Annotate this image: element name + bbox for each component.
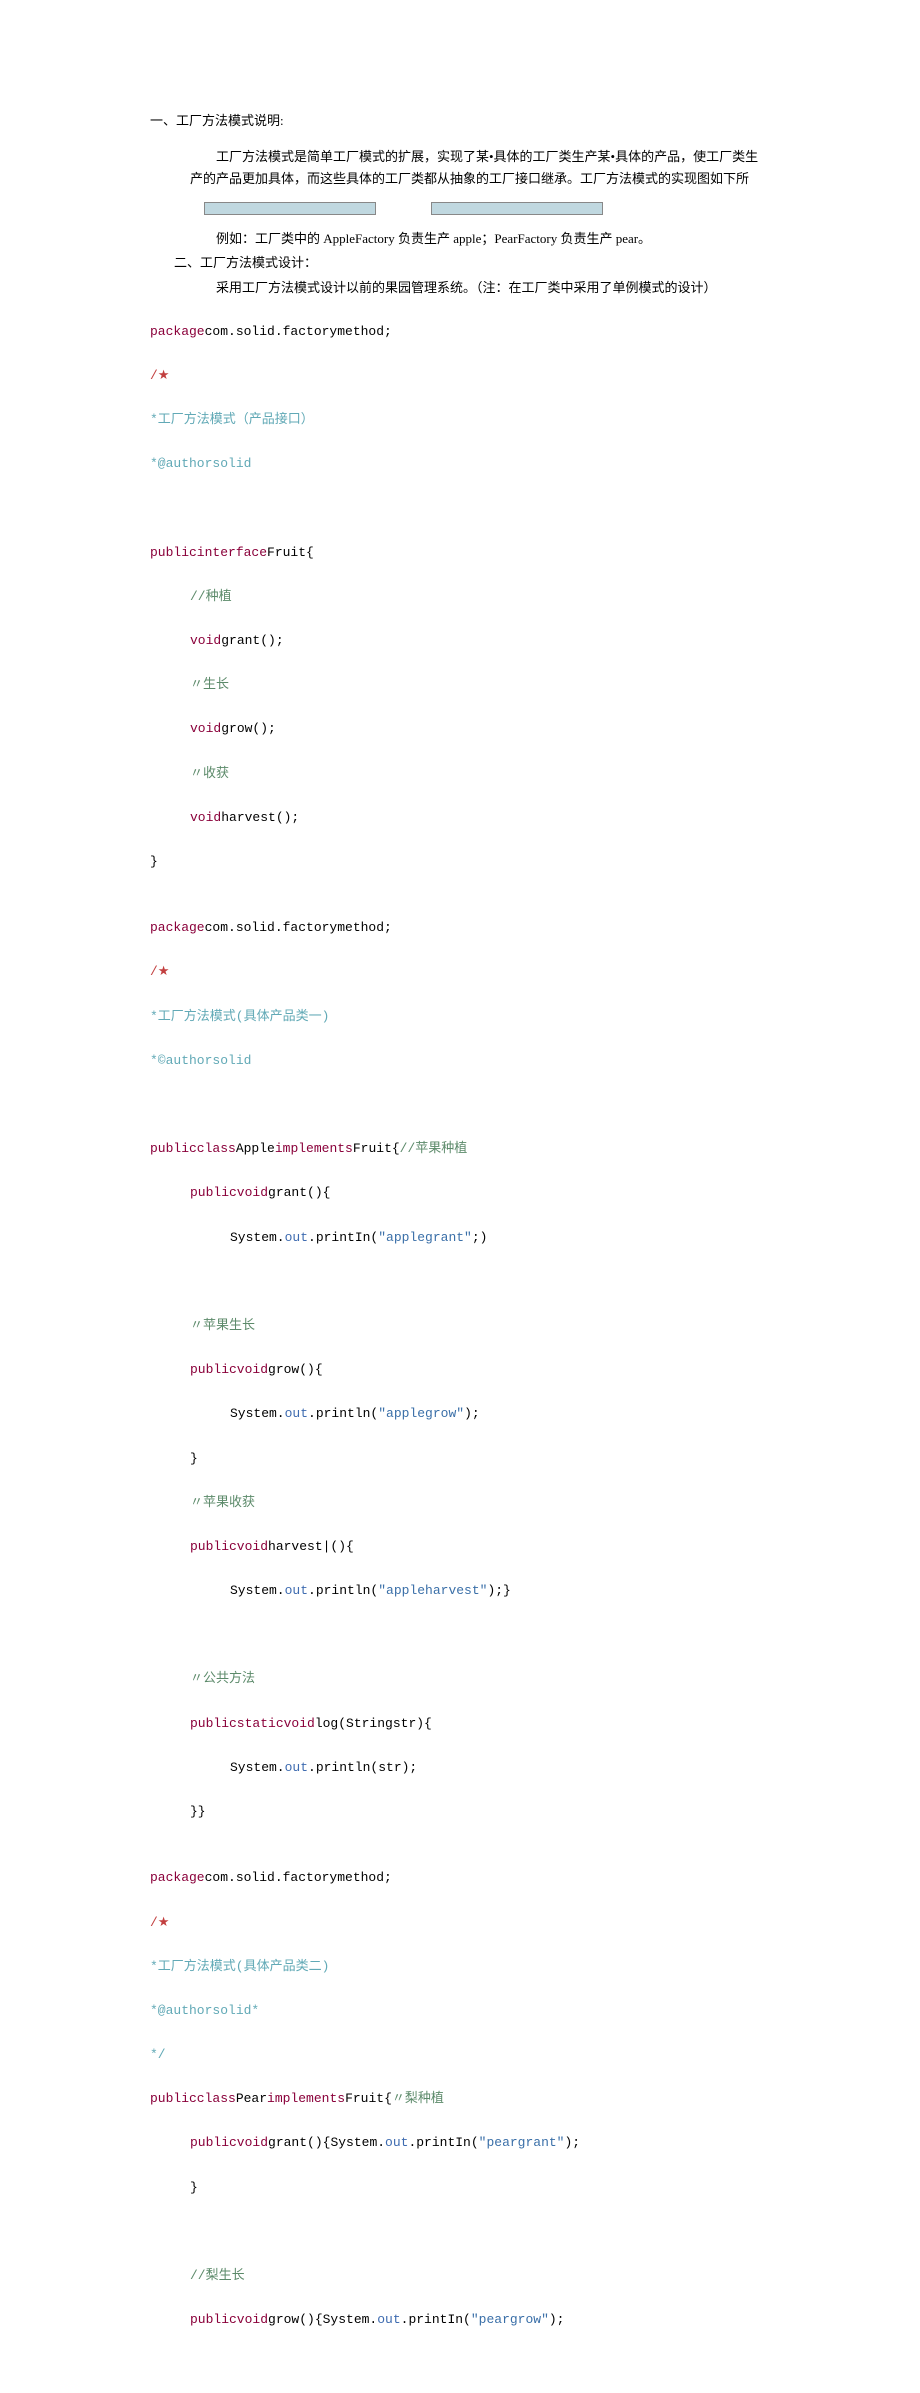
txt: grow(){ <box>268 1362 323 1377</box>
comment-open: /★ <box>150 368 169 383</box>
comment: *@authorsolid* <box>150 2003 259 2018</box>
comment: *工厂方法模式(具体产品类一) <box>150 1009 329 1024</box>
txt: Fruit{ <box>353 1141 400 1156</box>
comment: 〃苹果收获 <box>190 1495 255 1510</box>
kw: package <box>150 1870 205 1885</box>
kw: void <box>190 633 221 648</box>
str: "applegrow" <box>378 1406 464 1421</box>
txt: System. <box>230 1760 285 1775</box>
kw: publicvoid <box>190 2135 268 2150</box>
kw: publicclass <box>150 2091 236 2106</box>
comment-open: /★ <box>150 964 169 979</box>
txt: com.solid.factorymethod; <box>205 920 392 935</box>
out: out <box>285 1406 308 1421</box>
kw: publicvoid <box>190 2312 268 2327</box>
kw: publicvoid <box>190 1539 268 1554</box>
kw: void <box>190 721 221 736</box>
txt: .println( <box>308 1406 378 1421</box>
kw: package <box>150 324 205 339</box>
txt: grow(){ <box>268 2312 323 2327</box>
txt: harvest(); <box>221 810 299 825</box>
code-block-apple-class: packagecom.solid.factorymethod; /★ *工厂方法… <box>150 895 770 1845</box>
txt: ); <box>464 1406 480 1421</box>
kw: implements <box>275 1141 353 1156</box>
txt: ); <box>549 2312 565 2327</box>
out: out <box>285 1583 308 1598</box>
paragraph-2: 采用工厂方法模式设计以前的果园管理系统。（注：在工厂类中采用了单例模式的设计） <box>190 277 770 299</box>
comment: //苹果种植 <box>400 1141 468 1156</box>
txt: Apple <box>236 1141 275 1156</box>
txt: System. <box>230 1406 285 1421</box>
comment: *©authorsolid <box>150 1053 251 1068</box>
txt: com.solid.factorymethod; <box>205 1870 392 1885</box>
code-block-pear-class: packagecom.solid.factorymethod; /★ *工厂方法… <box>150 1845 770 2353</box>
txt: ); <box>565 2135 581 2150</box>
txt: } <box>190 2180 198 2195</box>
comment: 〃收获 <box>190 766 229 781</box>
diagram-box-left <box>204 202 376 215</box>
txt: grant(){ <box>268 2135 330 2150</box>
txt: Fruit{ <box>345 2091 392 2106</box>
comment-open: /★ <box>150 1915 169 1930</box>
txt: harvest|(){ <box>268 1539 354 1554</box>
comment: 〃梨种植 <box>392 2091 444 2106</box>
txt: grow(); <box>221 721 276 736</box>
kw: implements <box>267 2091 345 2106</box>
comment: *工厂方法模式（产品接口） <box>150 412 314 427</box>
str: "appleharvest" <box>378 1583 487 1598</box>
txt: Fruit{ <box>267 545 314 560</box>
txt: .printIn( <box>401 2312 471 2327</box>
out: out <box>285 1230 308 1245</box>
heading-2: 二、工厂方法模式设计： <box>174 252 770 274</box>
kw: void <box>190 810 221 825</box>
txt: System. <box>230 1230 285 1245</box>
comment: 〃生长 <box>190 677 229 692</box>
txt: }} <box>190 1804 206 1819</box>
kw: publicstaticvoid <box>190 1716 315 1731</box>
heading-1: 一、工厂方法模式说明: <box>150 110 770 132</box>
txt: grant(); <box>221 633 283 648</box>
txt: com.solid.factorymethod; <box>205 324 392 339</box>
kw: package <box>150 920 205 935</box>
out: out <box>377 2312 400 2327</box>
txt: } <box>190 1451 198 1466</box>
comment: //种植 <box>190 589 232 604</box>
str: "peargrant" <box>479 2135 565 2150</box>
comment: 〃公共方法 <box>190 1671 255 1686</box>
txt: .println( <box>308 1583 378 1598</box>
kw: publicvoid <box>190 1185 268 1200</box>
str: "applegrant" <box>378 1230 472 1245</box>
txt: ;) <box>472 1230 488 1245</box>
diagram-boxes <box>204 200 770 222</box>
txt: log(Stringstr){ <box>315 1716 432 1731</box>
str: "peargrow" <box>471 2312 549 2327</box>
diagram-caption: 例如：工厂类中的 AppleFactory 负责生产 apple；PearFac… <box>190 228 770 250</box>
txt: .println(str); <box>308 1760 417 1775</box>
txt: System. <box>330 2135 385 2150</box>
comment: *工厂方法模式(具体产品类二) <box>150 1959 329 1974</box>
txt: .printIn( <box>408 2135 478 2150</box>
comment: //梨生长 <box>190 2268 245 2283</box>
paragraph-1: 工厂方法模式是简单工厂模式的扩展，实现了某•具体的工厂类生产某•具体的产品，使工… <box>190 146 770 190</box>
comment: *@authorsolid <box>150 456 251 471</box>
code-block-fruit-interface: packagecom.solid.factorymethod; /★ *工厂方法… <box>150 299 770 896</box>
comment: 〃苹果生长 <box>190 1318 255 1333</box>
diagram-box-right <box>431 202 603 215</box>
kw: publicinterface <box>150 545 267 560</box>
txt: grant(){ <box>268 1185 330 1200</box>
txt: );} <box>487 1583 510 1598</box>
txt: } <box>150 854 158 869</box>
txt: System. <box>323 2312 378 2327</box>
out: out <box>385 2135 408 2150</box>
txt: Pear <box>236 2091 267 2106</box>
kw: publicclass <box>150 1141 236 1156</box>
out: out <box>285 1760 308 1775</box>
kw: publicvoid <box>190 1362 268 1377</box>
txt: System. <box>230 1583 285 1598</box>
txt: .printIn( <box>308 1230 378 1245</box>
comment: */ <box>150 2047 166 2062</box>
